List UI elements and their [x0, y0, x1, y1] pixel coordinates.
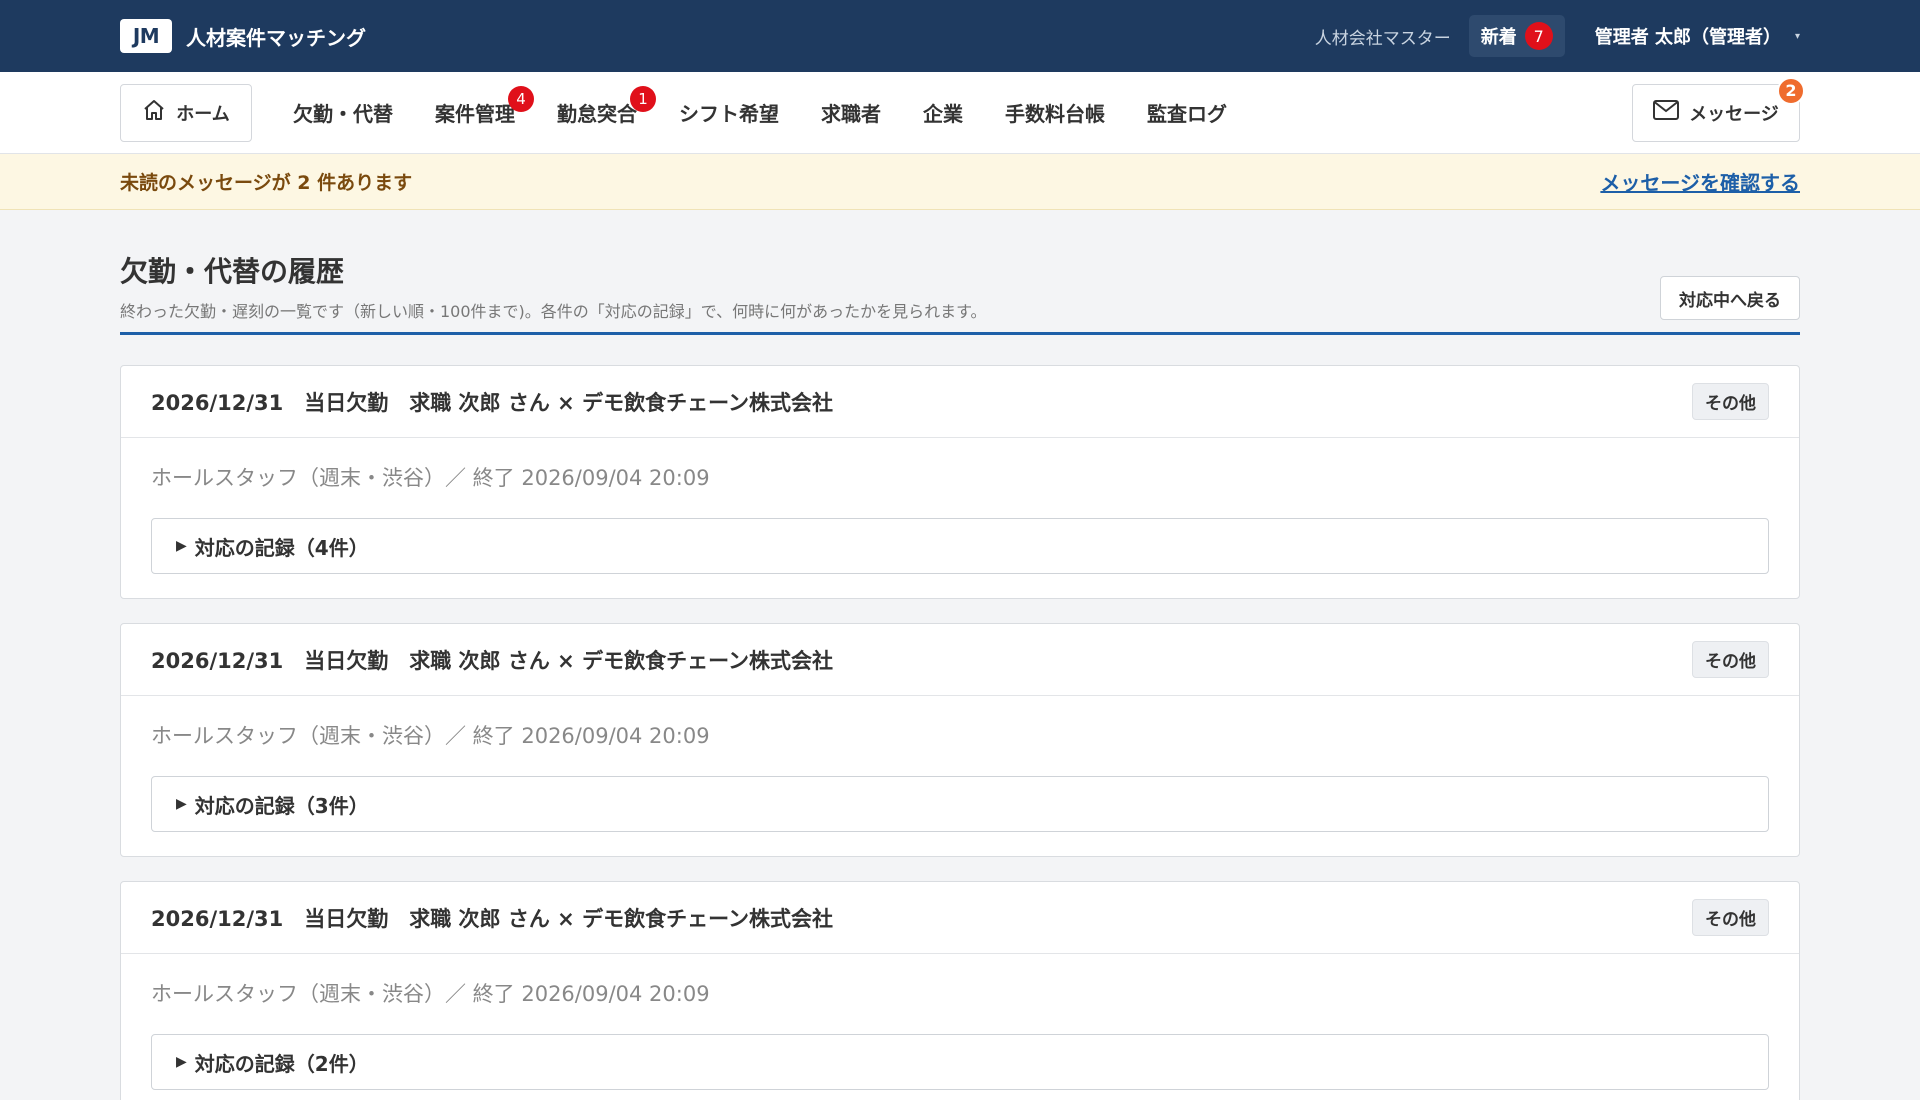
- home-icon: [142, 98, 166, 127]
- nav-label: 求職者: [821, 102, 881, 126]
- nav-jobseekers[interactable]: 求職者: [800, 84, 902, 142]
- main-nav: ホーム 欠勤・代替 案件管理 4 勤怠突合 1 シフト希望 求職者 企業 手数料…: [0, 72, 1920, 154]
- nav-fees[interactable]: 手数料台帳: [984, 84, 1126, 142]
- response-log-label: 対応の記録（4件）: [194, 535, 369, 560]
- messages-count-badge: 2: [1777, 76, 1805, 105]
- response-log-toggle[interactable]: ▶ 対応の記録（4件）: [151, 518, 1769, 574]
- category-tag: その他: [1692, 383, 1769, 420]
- nav-label: 勤怠突合: [557, 102, 637, 126]
- back-to-active-button[interactable]: 対応中へ戻る: [1660, 276, 1800, 320]
- home-button[interactable]: ホーム: [120, 83, 252, 142]
- mail-icon: [1653, 100, 1680, 125]
- nav-label: 手数料台帳: [1005, 102, 1105, 126]
- record-title: 2026/12/31 当日欠勤 求職 次郎 さん × デモ飲食チェーン株式会社: [151, 648, 834, 673]
- header-right: 人材会社マスター 新着 7 管理者 太郎（管理者） ▾: [1315, 15, 1800, 57]
- record-card: 2026/12/31 当日欠勤 求職 次郎 さん × デモ飲食チェーン株式会社 …: [120, 365, 1800, 599]
- page-title: 欠勤・代替の履歴: [120, 255, 345, 288]
- nav-label: 案件管理: [435, 102, 515, 126]
- count-badge: 1: [630, 85, 656, 112]
- notice-text: 未読のメッセージが 2 件あります: [120, 172, 413, 194]
- triangle-right-icon: ▶: [176, 538, 187, 554]
- triangle-right-icon: ▶: [176, 1054, 187, 1070]
- response-log-label: 対応の記録（3件）: [194, 793, 369, 818]
- category-tag: その他: [1692, 641, 1769, 678]
- record-meta: ホールスタッフ（週末・渋谷）／ 終了 2026/09/04 20:09: [151, 982, 710, 1006]
- messages-label: メッセージ: [1689, 103, 1779, 125]
- record-header: 2026/12/31 当日欠勤 求職 次郎 さん × デモ飲食チェーン株式会社 …: [121, 882, 1799, 954]
- nav-projects[interactable]: 案件管理 4: [414, 84, 536, 142]
- record-title: 2026/12/31 当日欠勤 求職 次郎 さん × デモ飲食チェーン株式会社: [151, 390, 834, 415]
- page-description: 終わった欠勤・遅刻の一覧です（新しい順・100件まで)。各件の「対応の記録」で、…: [120, 302, 987, 321]
- app-name: 人材案件マッチング: [186, 25, 366, 50]
- nav-absence[interactable]: 欠勤・代替: [272, 84, 414, 142]
- messages-button[interactable]: メッセージ 2: [1632, 76, 1805, 142]
- record-title: 2026/12/31 当日欠勤 求職 次郎 さん × デモ飲食チェーン株式会社: [151, 906, 834, 931]
- nav-audit-log[interactable]: 監査ログ: [1126, 84, 1248, 142]
- response-log-toggle[interactable]: ▶ 対応の記録（2件）: [151, 1034, 1769, 1090]
- user-name: 管理者 太郎（管理者）: [1594, 27, 1781, 48]
- user-menu[interactable]: 管理者 太郎（管理者） ▾: [1595, 23, 1800, 49]
- record-meta: ホールスタッフ（週末・渋谷）／ 終了 2026/09/04 20:09: [151, 466, 710, 490]
- brand[interactable]: JM 人材案件マッチング: [120, 19, 366, 53]
- new-notifications-button[interactable]: 新着 7: [1468, 15, 1565, 57]
- home-label: ホーム: [176, 103, 230, 125]
- nav-items: ホーム 欠勤・代替 案件管理 4 勤怠突合 1 シフト希望 求職者 企業 手数料…: [120, 83, 1248, 142]
- nav-label: 企業: [923, 102, 963, 126]
- record-meta: ホールスタッフ（週末・渋谷）／ 終了 2026/09/04 20:09: [151, 724, 710, 748]
- check-messages-link[interactable]: メッセージを確認する: [1600, 167, 1800, 196]
- nav-attendance[interactable]: 勤怠突合 1: [536, 84, 658, 142]
- new-count-badge: 7: [1524, 22, 1553, 50]
- nav-companies[interactable]: 企業: [902, 84, 984, 142]
- record-body: ホールスタッフ（週末・渋谷）／ 終了 2026/09/04 20:09 ▶ 対応…: [121, 954, 1799, 1100]
- nav-label: 監査ログ: [1147, 102, 1227, 126]
- chevron-down-icon: ▾: [1794, 30, 1800, 42]
- nav-shift[interactable]: シフト希望: [658, 84, 800, 142]
- response-log-label: 対応の記録（2件）: [194, 1051, 369, 1076]
- unread-notice: 未読のメッセージが 2 件あります メッセージを確認する: [0, 154, 1920, 210]
- record-header: 2026/12/31 当日欠勤 求職 次郎 さん × デモ飲食チェーン株式会社 …: [121, 624, 1799, 696]
- record-header: 2026/12/31 当日欠勤 求職 次郎 さん × デモ飲食チェーン株式会社 …: [121, 366, 1799, 438]
- company-name: 人材会社マスター: [1314, 28, 1451, 49]
- page-header: 欠勤・代替の履歴 終わった欠勤・遅刻の一覧です（新しい順・100件まで)。各件の…: [120, 250, 1800, 335]
- new-label: 新着: [1480, 27, 1517, 48]
- response-log-toggle[interactable]: ▶ 対応の記録（3件）: [151, 776, 1769, 832]
- nav-label: 欠勤・代替: [293, 102, 393, 126]
- brand-logo: JM: [120, 19, 172, 53]
- record-card: 2026/12/31 当日欠勤 求職 次郎 さん × デモ飲食チェーン株式会社 …: [120, 623, 1800, 857]
- record-card: 2026/12/31 当日欠勤 求職 次郎 さん × デモ飲食チェーン株式会社 …: [120, 881, 1800, 1100]
- main-content: 欠勤・代替の履歴 終わった欠勤・遅刻の一覧です（新しい順・100件まで)。各件の…: [0, 250, 1920, 1100]
- record-body: ホールスタッフ（週末・渋谷）／ 終了 2026/09/04 20:09 ▶ 対応…: [121, 438, 1799, 598]
- nav-label: シフト希望: [679, 102, 779, 126]
- top-header: JM 人材案件マッチング 人材会社マスター 新着 7 管理者 太郎（管理者） ▾: [0, 0, 1920, 72]
- triangle-right-icon: ▶: [176, 796, 187, 812]
- record-body: ホールスタッフ（週末・渋谷）／ 終了 2026/09/04 20:09 ▶ 対応…: [121, 696, 1799, 856]
- count-badge: 4: [508, 85, 534, 112]
- category-tag: その他: [1692, 899, 1769, 936]
